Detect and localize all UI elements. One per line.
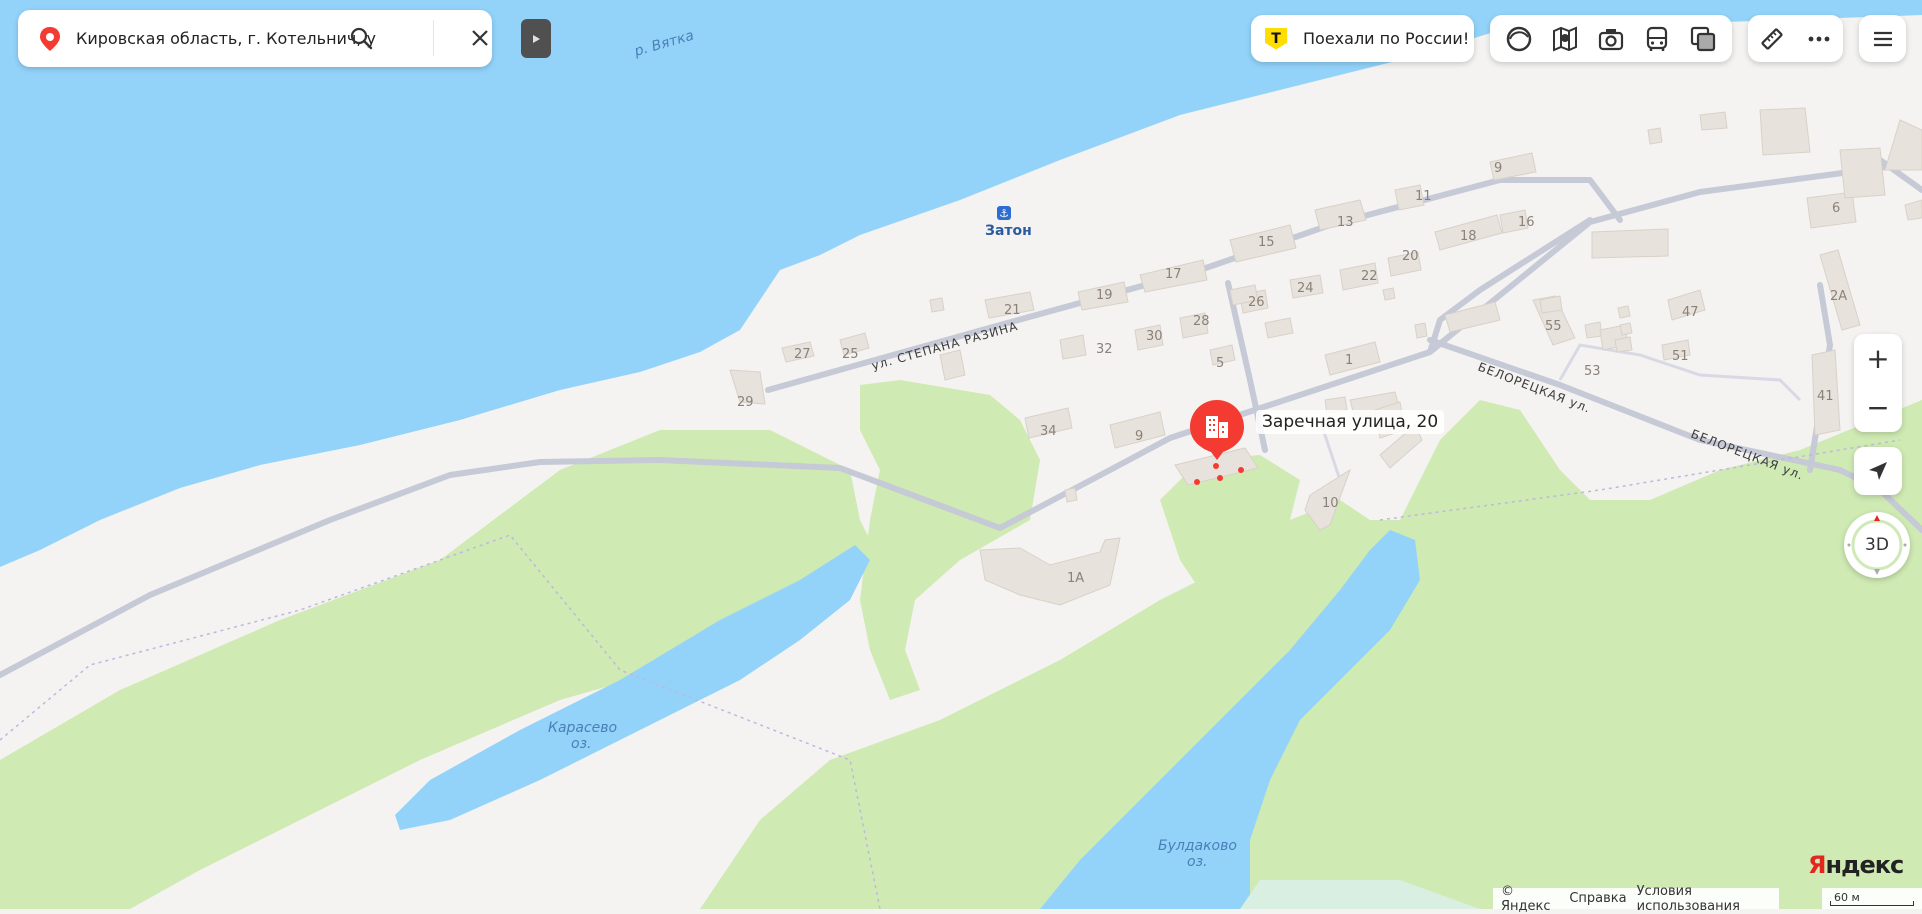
map-layers-icon bbox=[1553, 25, 1577, 52]
lake-label: оз. bbox=[571, 736, 591, 752]
building-number: 29 bbox=[737, 395, 754, 410]
map-layers-button[interactable] bbox=[1551, 25, 1579, 53]
zoom-out-button[interactable]: − bbox=[1854, 383, 1902, 432]
mode-3d-label: 3D bbox=[1865, 535, 1889, 555]
building-number: 15 bbox=[1258, 235, 1275, 250]
selected-place-pin[interactable] bbox=[1188, 398, 1246, 466]
geolocation-button[interactable] bbox=[1854, 447, 1902, 495]
collapse-sidebar-button[interactable] bbox=[521, 19, 551, 58]
map-canvas[interactable]: 9 11 13 15 17 19 21 25 27 29 32 30 28 26… bbox=[0, 0, 1922, 909]
more-button[interactable] bbox=[1806, 26, 1832, 52]
building-number: 41 bbox=[1817, 389, 1834, 404]
geolocation-arrow-icon bbox=[1869, 462, 1887, 480]
layer-switch-button[interactable] bbox=[1689, 25, 1717, 53]
logo-letter: Я bbox=[1808, 851, 1827, 879]
photo-button[interactable] bbox=[1597, 25, 1625, 53]
building-number: 24 bbox=[1297, 281, 1314, 296]
poi-label-zaton[interactable]: Затон bbox=[985, 223, 1032, 239]
main-menu-button[interactable] bbox=[1859, 15, 1906, 62]
search-separator bbox=[433, 20, 434, 56]
building-number: 5 bbox=[1216, 356, 1224, 371]
building-number: 19 bbox=[1096, 288, 1113, 303]
clear-search-button[interactable] bbox=[460, 18, 500, 58]
building-number: 11 bbox=[1415, 189, 1432, 204]
building-number: 51 bbox=[1672, 349, 1689, 364]
building-number: 17 bbox=[1165, 267, 1182, 282]
building-number: 53 bbox=[1584, 364, 1601, 379]
copyright-link[interactable]: © Яндекс bbox=[1501, 884, 1559, 914]
selected-place-label[interactable]: Заречная улица, 20 bbox=[1256, 410, 1445, 434]
ruler-icon bbox=[1761, 27, 1783, 50]
location-pin-icon bbox=[40, 26, 60, 51]
promo-label: Поехали по России! bbox=[1303, 29, 1470, 48]
help-link[interactable]: Справка bbox=[1569, 891, 1626, 906]
building-number: 16 bbox=[1518, 215, 1535, 230]
building-number: 18 bbox=[1460, 229, 1477, 244]
photo-icon bbox=[1598, 28, 1624, 50]
building-number: 55 bbox=[1545, 319, 1562, 334]
zoom-in-button[interactable]: + bbox=[1854, 334, 1902, 383]
svg-text:⚓: ⚓ bbox=[999, 207, 1009, 220]
building-number: 22 bbox=[1361, 269, 1378, 284]
building-number: 10 bbox=[1322, 496, 1339, 511]
logo-text: ндекс bbox=[1825, 851, 1904, 879]
search-input[interactable]: Кировская область, г. Котельнич, ул. bbox=[76, 29, 376, 48]
lake-label: Карасево bbox=[548, 720, 617, 736]
scale-bar: 60 м bbox=[1822, 888, 1922, 909]
building-number: 1А bbox=[1067, 571, 1084, 586]
promo-button[interactable]: Т Поехали по России! bbox=[1251, 15, 1474, 62]
yandex-logo[interactable]: Яндекс bbox=[1808, 851, 1904, 879]
tools-toolbar bbox=[1748, 15, 1843, 62]
map-footer: © Яндекс Справка Условия использования bbox=[1493, 884, 1779, 914]
lake-label: оз. bbox=[1187, 854, 1207, 870]
panorama-button[interactable] bbox=[1505, 25, 1533, 53]
more-icon bbox=[1808, 36, 1830, 41]
building-number: 9 bbox=[1494, 161, 1502, 176]
building-number: 13 bbox=[1337, 215, 1354, 230]
layer-switch-icon bbox=[1690, 26, 1716, 51]
building-number: 47 bbox=[1682, 305, 1699, 320]
map-layer: 9 11 13 15 17 19 21 25 27 29 32 30 28 26… bbox=[0, 0, 1922, 909]
building-number: 26 bbox=[1248, 295, 1265, 310]
compass-3d-button[interactable]: 3D bbox=[1844, 512, 1910, 578]
building-number: 6 bbox=[1832, 201, 1840, 216]
building-number: 28 bbox=[1193, 314, 1210, 329]
close-icon bbox=[472, 30, 488, 46]
building-number: 9 bbox=[1135, 429, 1143, 444]
park-center bbox=[860, 380, 1040, 700]
promo-badge-icon: Т bbox=[1265, 27, 1287, 50]
anchor-icon[interactable]: ⚓ bbox=[997, 206, 1011, 220]
scale-line bbox=[1830, 901, 1914, 906]
building-number: 27 bbox=[794, 347, 811, 362]
lake-label: Булдаково bbox=[1158, 838, 1237, 854]
building-number: 34 bbox=[1040, 424, 1057, 439]
building-number: 30 bbox=[1146, 329, 1163, 344]
building-number: 21 bbox=[1004, 303, 1021, 318]
building-number: 2А bbox=[1830, 289, 1847, 304]
building-number: 1 bbox=[1345, 353, 1353, 368]
ruler-button[interactable] bbox=[1759, 26, 1785, 52]
search-button[interactable] bbox=[341, 18, 381, 58]
building-number: 32 bbox=[1096, 342, 1113, 357]
search-panel: Кировская область, г. Котельнич, ул. bbox=[18, 10, 492, 67]
transit-icon bbox=[1646, 26, 1668, 51]
building-number: 25 bbox=[842, 347, 859, 362]
search-icon bbox=[350, 27, 373, 50]
layers-toolbar bbox=[1490, 15, 1732, 62]
zoom-control: + − bbox=[1854, 334, 1902, 432]
terms-link[interactable]: Условия использования bbox=[1637, 884, 1779, 914]
play-arrow-icon bbox=[533, 34, 540, 43]
building-number: 20 bbox=[1402, 249, 1419, 264]
transit-button[interactable] bbox=[1643, 25, 1671, 53]
panorama-icon bbox=[1506, 26, 1532, 51]
hamburger-menu-icon bbox=[1873, 31, 1892, 46]
